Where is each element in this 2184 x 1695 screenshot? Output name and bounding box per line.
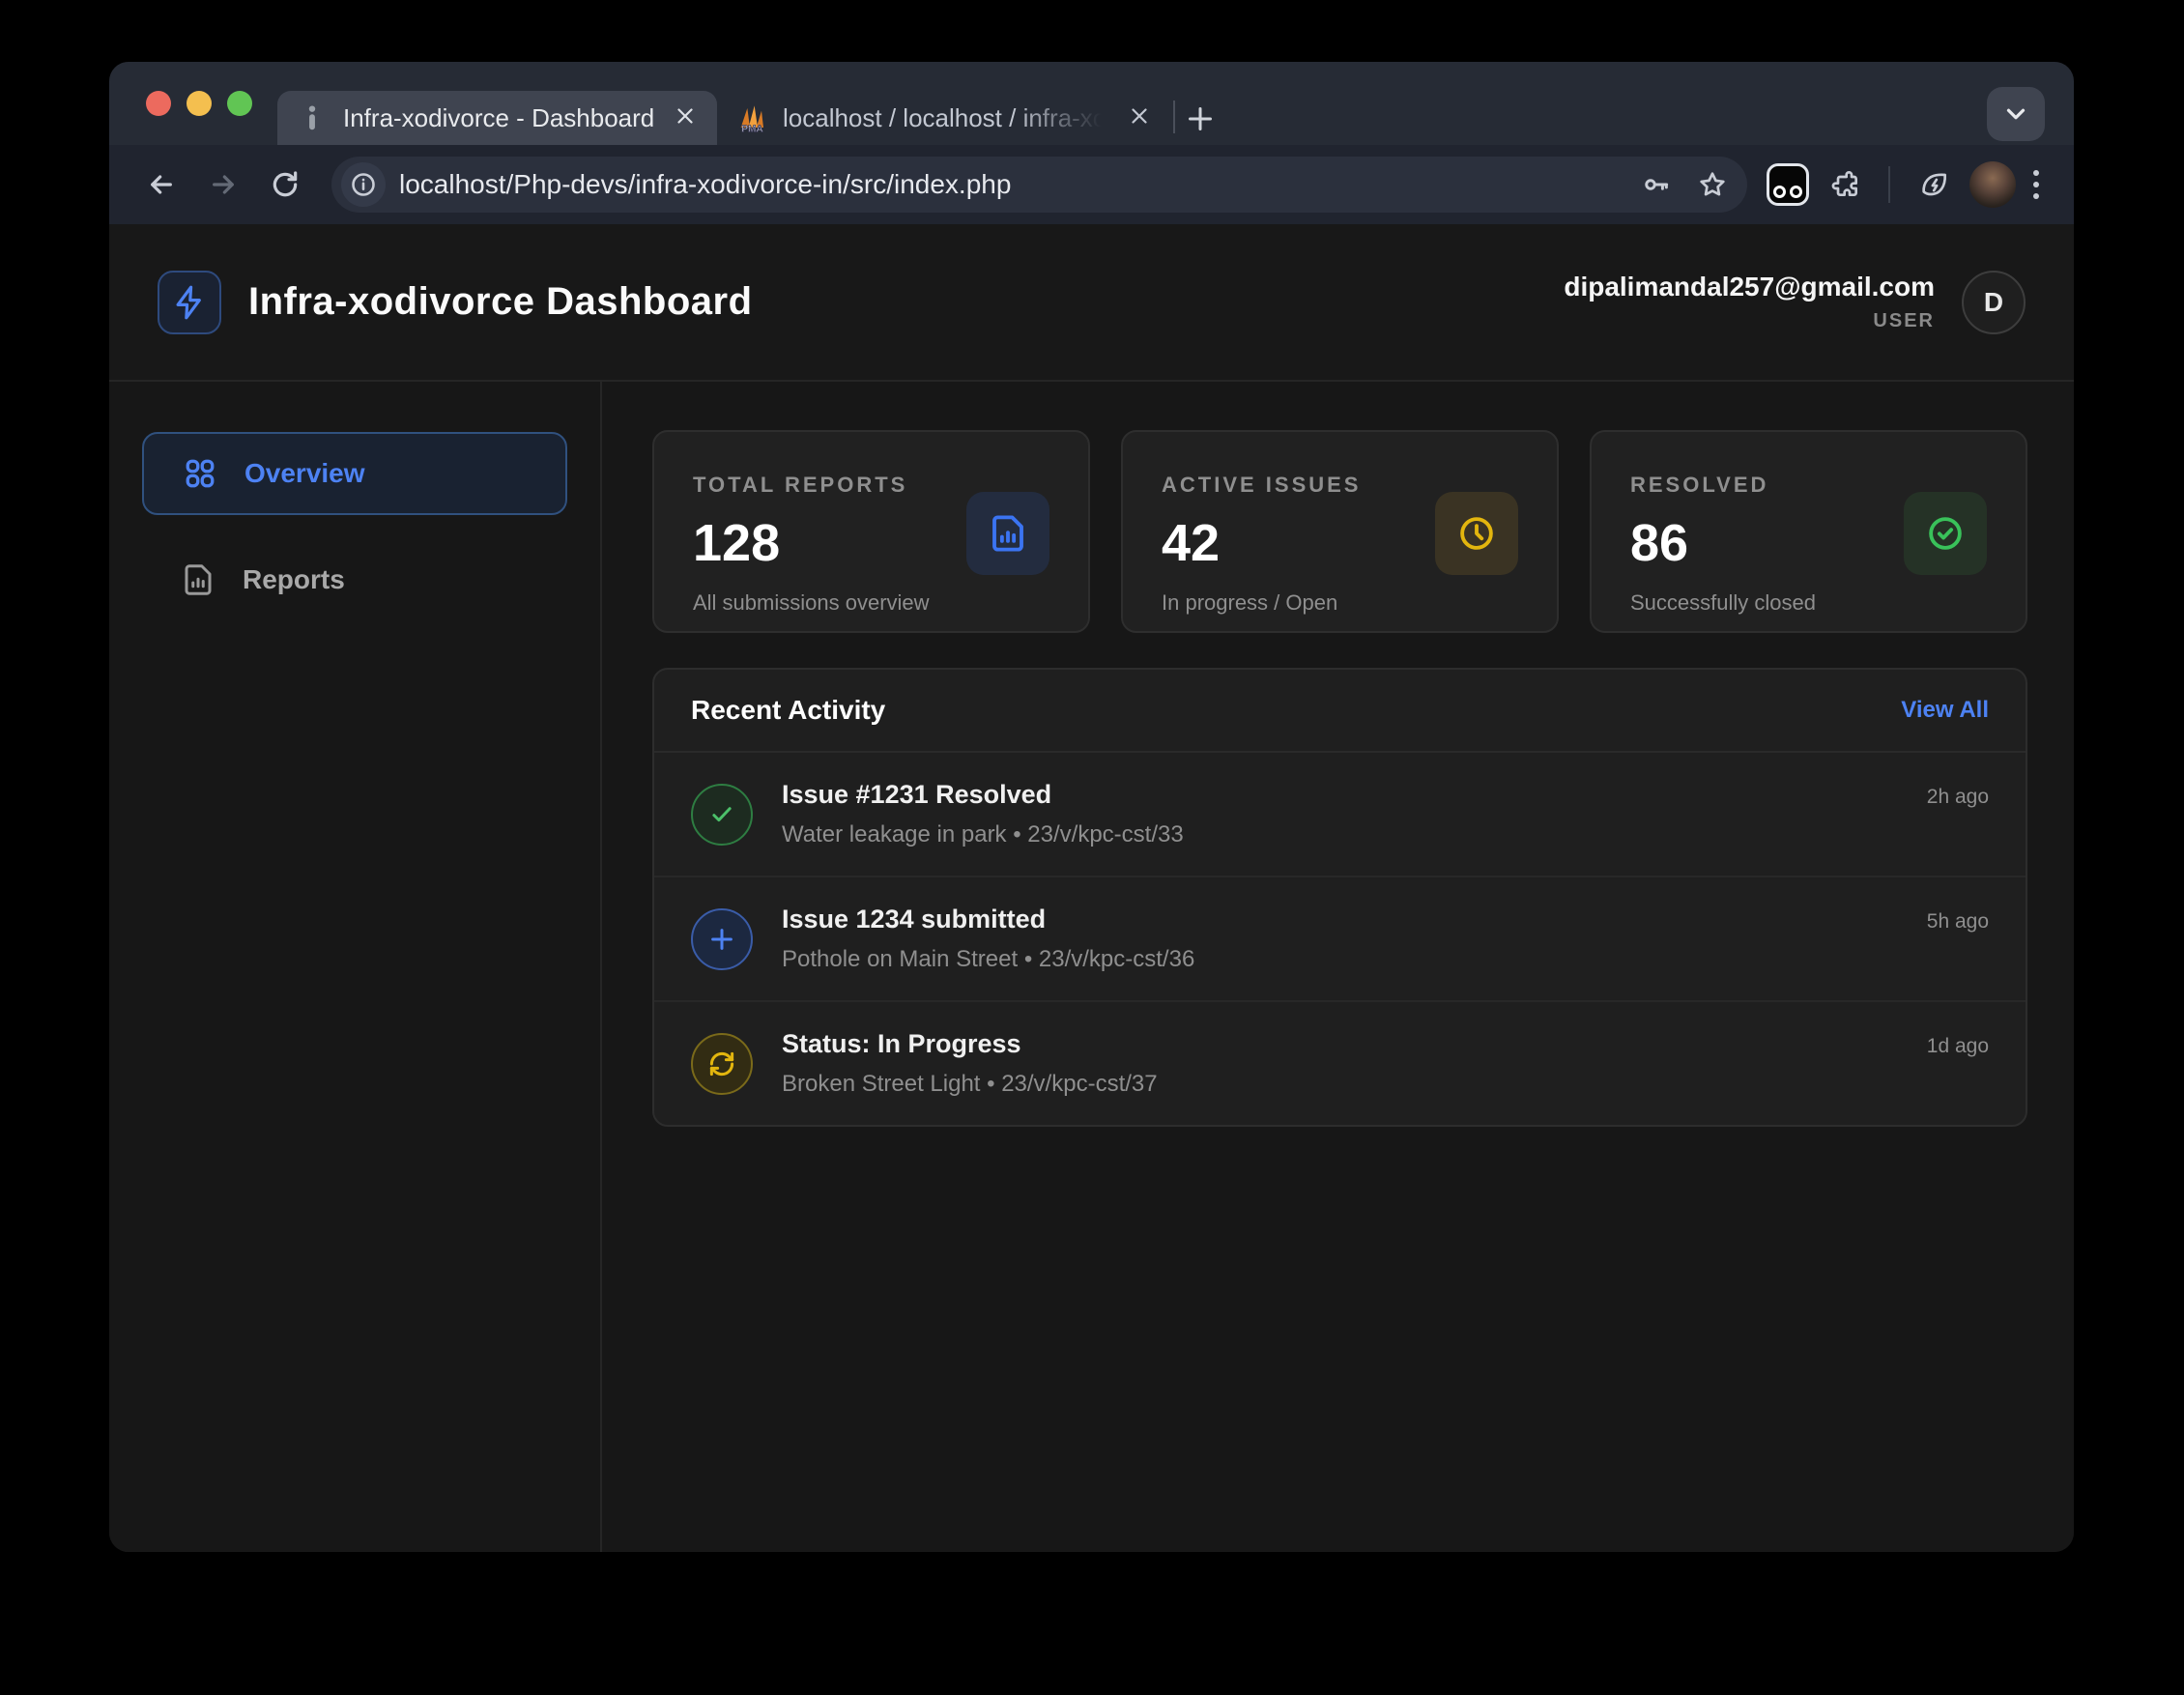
stat-description: All submissions overview xyxy=(693,590,1049,616)
reload-icon xyxy=(270,169,301,200)
svg-text:PMA: PMA xyxy=(741,125,762,133)
file-chart-icon xyxy=(966,492,1049,575)
back-button[interactable] xyxy=(134,158,188,212)
zoom-window-button[interactable] xyxy=(227,91,252,116)
activity-texts: Issue #1231 Resolved Water leakage in pa… xyxy=(782,780,1898,848)
activity-panel-header: Recent Activity View All xyxy=(654,670,2026,753)
check-circle-icon xyxy=(1904,492,1987,575)
activity-item-title: Status: In Progress xyxy=(782,1029,1898,1059)
stat-card-resolved: RESOLVED 86 Successfully closed xyxy=(1590,430,2027,633)
stat-card-active-issues: ACTIVE ISSUES 42 In progress / Open xyxy=(1121,430,1559,633)
password-key-icon[interactable] xyxy=(1635,163,1678,206)
tab-list: Infra-xodivorce - Dashboard PMA xyxy=(277,62,1218,145)
page-body: Overview Reports TOTAL REPORTS xyxy=(109,382,2074,1552)
grid-icon xyxy=(183,456,217,491)
url-text[interactable]: localhost/Php-devs/infra-xodivorce-in/sr… xyxy=(399,169,1622,200)
stat-description: Successfully closed xyxy=(1630,590,1987,616)
browser-toolbar: localhost/Php-devs/infra-xodivorce-in/sr… xyxy=(109,145,2074,224)
close-window-button[interactable] xyxy=(146,91,171,116)
page-title: Infra-xodivorce Dashboard xyxy=(248,280,753,324)
chevron-down-icon xyxy=(2001,100,2030,129)
user-info: dipalimandal257@gmail.com USER xyxy=(1564,272,1935,332)
forward-arrow-icon xyxy=(208,169,239,200)
activity-row[interactable]: Issue #1231 Resolved Water leakage in pa… xyxy=(654,753,2026,876)
extension-pinned-icon[interactable] xyxy=(1767,163,1809,206)
site-info-icon[interactable] xyxy=(341,162,386,207)
phpmyadmin-icon: PMA xyxy=(736,102,767,133)
close-tab-icon[interactable] xyxy=(1127,103,1152,133)
activity-row[interactable]: Status: In Progress Broken Street Light … xyxy=(654,1000,2026,1125)
tab-dashboard[interactable]: Infra-xodivorce - Dashboard xyxy=(277,91,717,145)
close-tab-icon[interactable] xyxy=(673,103,698,133)
bookmark-star-icon[interactable] xyxy=(1691,163,1734,206)
user-avatar[interactable]: D xyxy=(1962,271,2026,334)
browser-window: Infra-xodivorce - Dashboard PMA xyxy=(109,62,2074,1552)
check-icon xyxy=(691,784,753,846)
activity-item-time: 1d ago xyxy=(1927,1035,1989,1058)
address-bar[interactable]: localhost/Php-devs/infra-xodivorce-in/sr… xyxy=(331,157,1747,213)
forward-button[interactable] xyxy=(196,158,250,212)
toolbar-separator xyxy=(1888,166,1890,203)
stat-description: In progress / Open xyxy=(1162,590,1518,616)
refresh-icon xyxy=(691,1033,753,1095)
tab-separator xyxy=(1173,101,1175,133)
page-content: Infra-xodivorce Dashboard dipalimandal25… xyxy=(109,224,2074,1552)
activity-texts: Status: In Progress Broken Street Light … xyxy=(782,1029,1898,1098)
sidebar: Overview Reports xyxy=(109,382,602,1552)
tab-search-button[interactable] xyxy=(1987,87,2045,141)
window-controls xyxy=(146,62,252,145)
app-header: Infra-xodivorce Dashboard dipalimandal25… xyxy=(109,224,2074,382)
view-all-link[interactable]: View All xyxy=(1901,697,1989,724)
file-chart-icon xyxy=(181,562,216,597)
user-email: dipalimandal257@gmail.com xyxy=(1564,272,1935,302)
new-tab-button[interactable] xyxy=(1183,101,1218,139)
activity-row[interactable]: Issue 1234 submitted Pothole on Main Str… xyxy=(654,876,2026,1000)
activity-texts: Issue 1234 submitted Pothole on Main Str… xyxy=(782,905,1898,973)
performance-leaf-icon[interactable] xyxy=(1908,158,1962,212)
lightning-bolt-icon xyxy=(171,284,208,321)
activity-item-title: Issue 1234 submitted xyxy=(782,905,1898,934)
recent-activity-panel: Recent Activity View All Issue #1231 Res… xyxy=(652,668,2027,1127)
activity-item-subtitle: Water leakage in park • 23/v/kpc-cst/33 xyxy=(782,821,1898,848)
activity-item-time: 2h ago xyxy=(1927,786,1989,809)
info-pin-icon xyxy=(297,102,328,133)
extensions-puzzle-icon[interactable] xyxy=(1817,158,1871,212)
tab-phpmyadmin[interactable]: PMA localhost / localhost / infra-xo xyxy=(717,91,1171,145)
activity-item-title: Issue #1231 Resolved xyxy=(782,780,1898,810)
activity-item-subtitle: Broken Street Light • 23/v/kpc-cst/37 xyxy=(782,1071,1898,1098)
sidebar-item-overview[interactable]: Overview xyxy=(142,432,567,515)
stat-card-total-reports: TOTAL REPORTS 128 All submissions overvi… xyxy=(652,430,1090,633)
desktop-background: Infra-xodivorce - Dashboard PMA xyxy=(0,0,2184,1695)
app-logo xyxy=(158,271,221,334)
tab-strip: Infra-xodivorce - Dashboard PMA xyxy=(109,62,2074,145)
activity-item-subtitle: Pothole on Main Street • 23/v/kpc-cst/36 xyxy=(782,946,1898,973)
browser-menu-kebab-icon[interactable] xyxy=(2024,160,2049,209)
reload-button[interactable] xyxy=(258,158,312,212)
browser-profile-avatar[interactable] xyxy=(1969,161,2016,208)
tab-title: Infra-xodivorce - Dashboard xyxy=(343,103,657,133)
activity-item-time: 5h ago xyxy=(1927,910,1989,934)
activity-title: Recent Activity xyxy=(691,695,885,726)
clock-icon xyxy=(1435,492,1518,575)
minimize-window-button[interactable] xyxy=(187,91,212,116)
main-content: TOTAL REPORTS 128 All submissions overvi… xyxy=(602,382,2074,1552)
tab-title: localhost / localhost / infra-xo xyxy=(783,103,1111,133)
sidebar-item-label: Overview xyxy=(244,458,365,489)
sidebar-item-label: Reports xyxy=(243,564,345,595)
plus-icon xyxy=(691,908,753,970)
sidebar-item-reports[interactable]: Reports xyxy=(142,538,567,621)
user-role-badge: USER xyxy=(1564,310,1935,332)
stats-row: TOTAL REPORTS 128 All submissions overvi… xyxy=(652,430,2027,633)
back-arrow-icon xyxy=(146,169,177,200)
